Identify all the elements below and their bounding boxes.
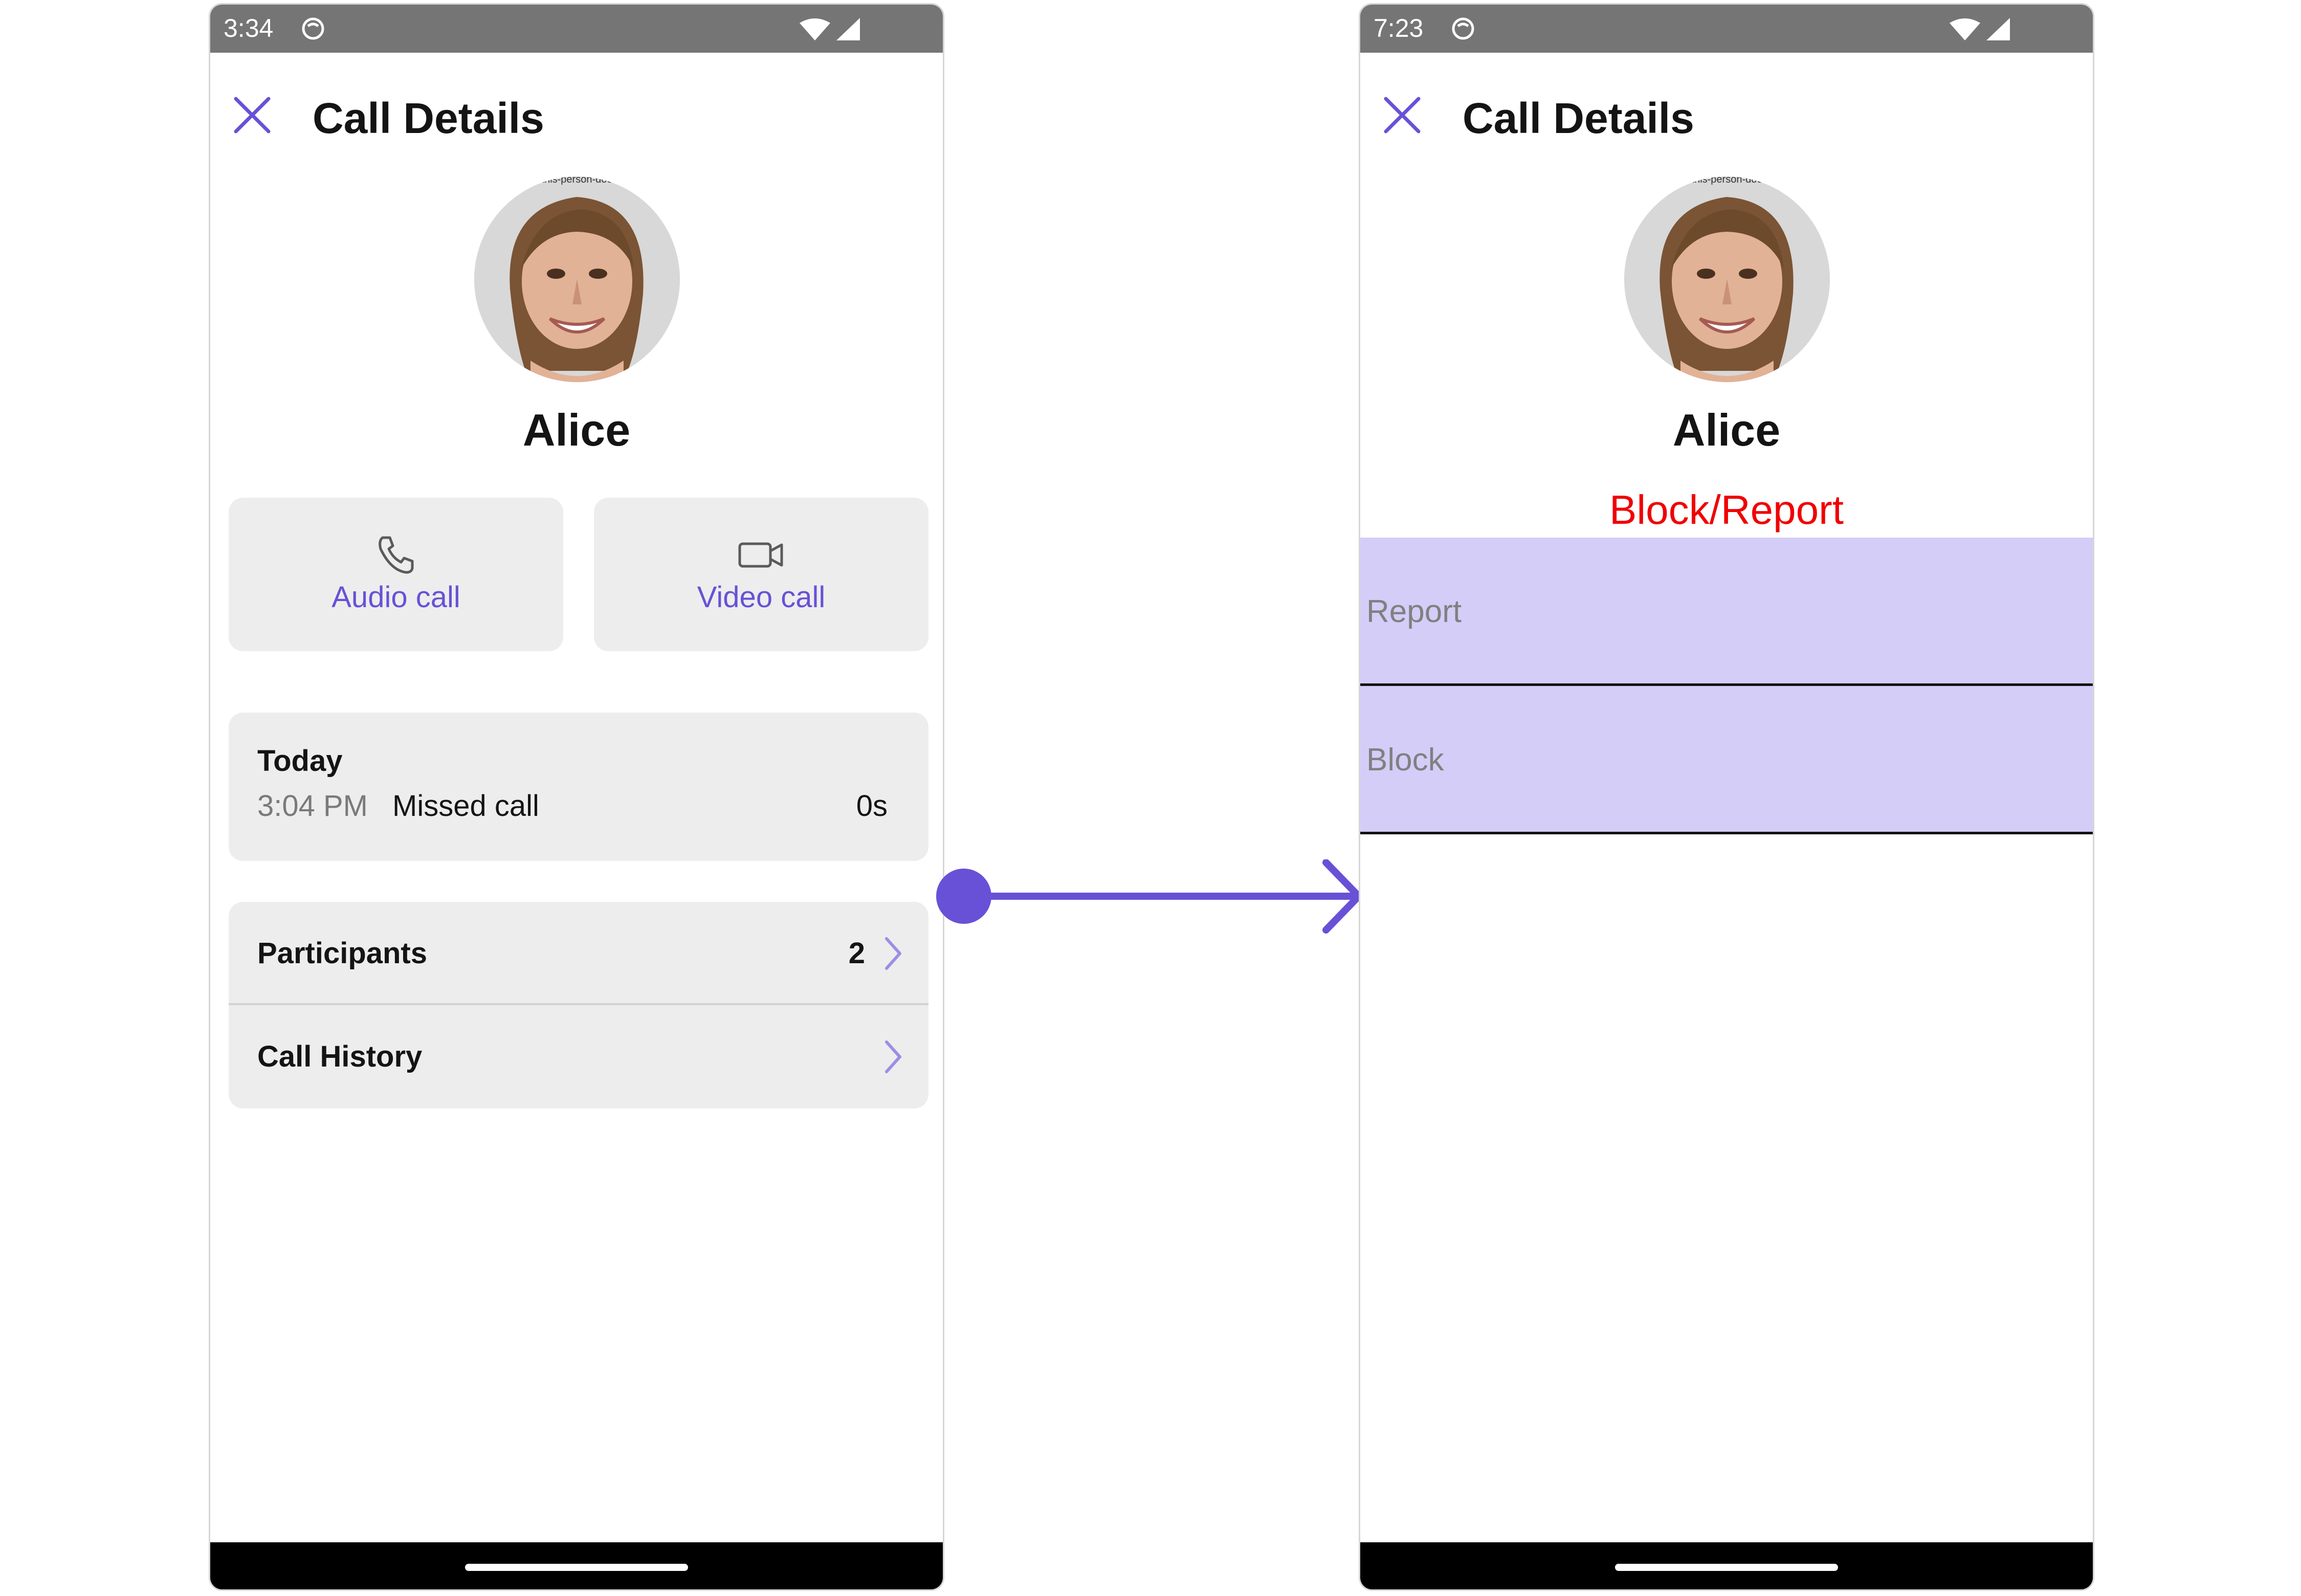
participants-label: Participants [257, 937, 427, 970]
block-option[interactable]: Block [1360, 686, 2093, 834]
report-option[interactable]: Report [1360, 538, 2093, 686]
app-header: Call Details [1360, 53, 2093, 142]
call-history-row[interactable]: Call History [229, 1005, 928, 1109]
app-header: Call Details [210, 53, 943, 142]
avatar-caption-decoration: this-person-doe [541, 176, 613, 185]
call-log-day: Today [257, 744, 343, 778]
participants-row[interactable]: Participants 2 [229, 902, 928, 1005]
call-log-card: Today 3:04 PM Missed call 0s [229, 713, 928, 861]
call-log-time: 3:04 PM [257, 789, 368, 823]
close-icon[interactable] [233, 96, 272, 135]
status-bar: 7:23 [1360, 5, 2093, 53]
report-label: Report [1366, 594, 1462, 629]
audio-call-button[interactable]: Audio call [229, 498, 563, 651]
call-history-label: Call History [257, 1040, 423, 1073]
video-camera-icon [737, 534, 786, 574]
signal-icon [834, 17, 861, 41]
audio-call-label: Audio call [331, 581, 460, 614]
close-icon[interactable] [1383, 96, 1422, 135]
arrow-right-icon [936, 859, 1362, 934]
navigation-bar [210, 1542, 943, 1589]
avatar-caption-decoration: this-person-doe [1691, 176, 1763, 185]
video-call-button[interactable]: Video call [594, 498, 928, 651]
user-name: Alice [522, 405, 631, 455]
status-time: 3:34 [224, 14, 274, 42]
avatar: this-person-doe [1624, 176, 1830, 382]
navigation-bar [1360, 1542, 2093, 1589]
page-title: Call Details [313, 94, 544, 142]
home-indicator[interactable] [1615, 1564, 1838, 1571]
chevron-right-icon [882, 936, 903, 971]
status-time: 7:23 [1374, 14, 1424, 42]
sync-icon [301, 17, 325, 40]
video-call-label: Video call [697, 581, 826, 614]
details-menu: Participants 2 Call History [229, 902, 928, 1109]
home-indicator[interactable] [465, 1564, 688, 1571]
avatar: this-person-doe [474, 176, 680, 382]
phone-screen-call-details: 3:34 Call Details this-person-doe Alice … [209, 3, 944, 1591]
phone-icon [375, 534, 416, 574]
signal-icon [1984, 17, 2011, 41]
wifi-icon [1949, 18, 1981, 41]
status-bar: 3:34 [210, 5, 943, 53]
chevron-right-icon [882, 1039, 903, 1075]
sync-icon [1451, 17, 1475, 40]
user-name: Alice [1672, 405, 1781, 455]
participants-count: 2 [848, 937, 865, 970]
phone-screen-block-report: 7:23 Call Details this-person-doe Alice … [1359, 3, 2094, 1591]
call-log-status: Missed call [392, 789, 539, 823]
page-title: Call Details [1463, 94, 1694, 142]
call-log-duration: 0s [856, 789, 888, 823]
transition-arrow [936, 859, 1371, 941]
block-report-title: Block/Report [1609, 487, 1844, 533]
wifi-icon [799, 18, 831, 41]
block-label: Block [1366, 742, 1444, 778]
